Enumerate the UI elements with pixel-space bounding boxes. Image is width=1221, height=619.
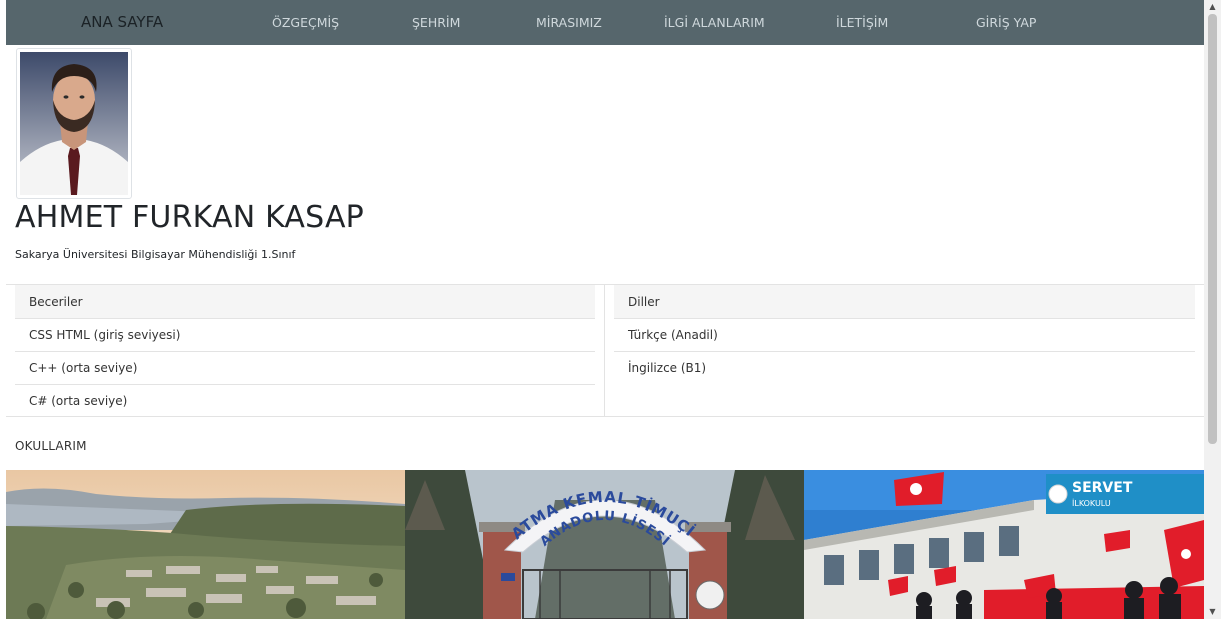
languages-header: Diller xyxy=(614,285,1195,319)
skill-item: C++ (orta seviye) xyxy=(15,352,595,385)
nav-cv-link[interactable]: ÖZGEÇMİŞ xyxy=(272,0,339,45)
sign-subtext: İLKOKULU xyxy=(1072,498,1111,508)
school-image-primary: SERVET İLKOKULU xyxy=(804,470,1204,619)
profile-name: AHMET FURKAN KASAP xyxy=(15,200,364,235)
skills-header: Beceriler xyxy=(15,285,595,319)
nav-heritage-link[interactable]: MİRASIMIZ xyxy=(536,0,602,45)
profile-subtitle: Sakarya Üniversitesi Bilgisayar Mühendis… xyxy=(15,248,296,261)
profile-photo xyxy=(20,52,128,195)
skill-item: C# (orta seviye) xyxy=(29,394,128,408)
school-image-university xyxy=(6,470,405,619)
language-item: İngilizce (B1) xyxy=(628,361,707,375)
profile-photo-frame xyxy=(16,48,132,199)
school-image-highschool: FATMA KEMAL TİMUÇİN ANADOLU LİSESİ xyxy=(405,470,804,619)
schools-title: OKULLARIM xyxy=(15,439,87,453)
nav-login-link[interactable]: GİRİŞ YAP xyxy=(976,0,1036,45)
scroll-up-icon[interactable]: ▲ xyxy=(1204,0,1221,14)
nav-contact-link[interactable]: İLETİŞİM xyxy=(836,0,888,45)
language-item: Türkçe (Anadil) xyxy=(614,319,1195,352)
skill-item: CSS HTML (giriş seviyesi) xyxy=(15,319,595,352)
vertical-scrollbar[interactable]: ▲ ▼ xyxy=(1204,0,1221,619)
page: ANA SAYFA ÖZGEÇMİŞ ŞEHRİM MİRASIMIZ İLGİ… xyxy=(6,0,1204,619)
scroll-thumb[interactable] xyxy=(1208,14,1217,444)
sign-text: SERVET xyxy=(1072,480,1133,496)
languages-card: Diller Türkçe (Anadil) İngilizce (B1) xyxy=(604,284,1204,417)
nav-home-link[interactable]: ANA SAYFA xyxy=(81,0,163,45)
scroll-down-icon[interactable]: ▼ xyxy=(1204,605,1221,619)
nav-interests-link[interactable]: İLGİ ALANLARIM xyxy=(664,0,765,45)
nav-city-link[interactable]: ŞEHRİM xyxy=(412,0,460,45)
skills-card: Beceriler CSS HTML (giriş seviyesi) C++ … xyxy=(6,284,605,417)
navbar: ANA SAYFA ÖZGEÇMİŞ ŞEHRİM MİRASIMIZ İLGİ… xyxy=(6,0,1204,45)
